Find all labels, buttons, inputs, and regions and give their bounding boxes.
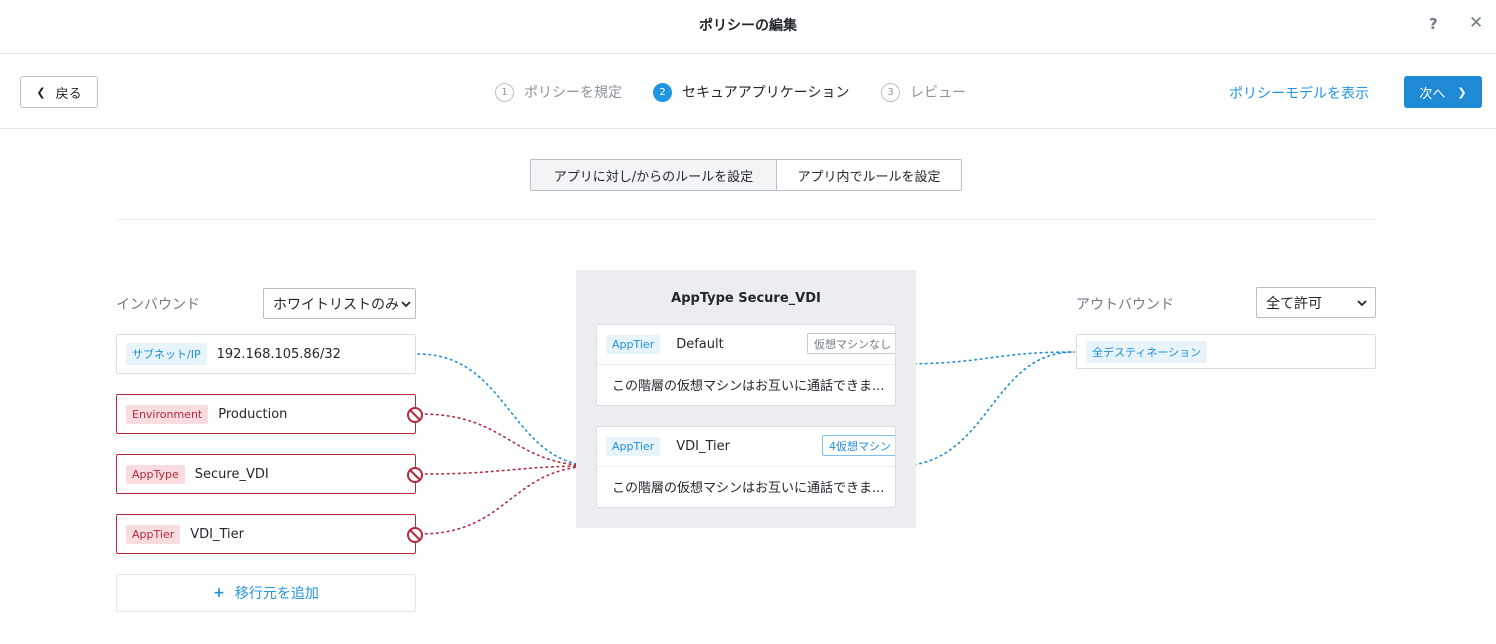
outbound-destination[interactable]: 全デスティネーション [1076,334,1376,369]
wizard-step-3[interactable]: 3 レビュー [881,82,966,102]
step-label: ポリシーを規定 [524,85,622,101]
policy-model-link[interactable]: ポリシーモデルを表示 [1229,83,1369,103]
plus-icon: + [213,585,225,601]
vm-count-badge: 仮想マシンなし [807,333,895,354]
toggle-app-inbound-outbound[interactable]: アプリに対し/からのルールを設定 [530,159,777,191]
step-label: レビュー [910,85,966,101]
source-value: Secure_VDI [194,466,269,482]
source-value: VDI_Tier [190,526,244,542]
next-button-label: 次へ [1419,86,1446,102]
wizard-step-2[interactable]: 2 セキュアアプリケーション [653,82,849,102]
outbound-label: アウトバウンド [1076,297,1174,313]
application-panel: AppType Secure_VDI AppTier Default 仮想マシン… [576,270,916,528]
add-source-button[interactable]: + 移行元を追加 [116,574,416,612]
source-value: Production [218,406,288,422]
inbound-source-apptier[interactable]: AppTier VDI_Tier [116,514,423,554]
deny-icon [407,407,423,423]
step-number: 2 [653,82,672,102]
inbound-select-value: ホワイトリストのみ [273,296,399,313]
outbound-select-value: 全て許可 [1266,295,1322,312]
chevron-left-icon: ❮ [36,85,46,99]
application-title: AppType Secure_VDI [671,291,821,306]
help-icon[interactable]: ? [1429,15,1438,33]
close-icon[interactable]: ✕ [1469,13,1483,33]
divider [116,219,1376,220]
tier-name: Default [676,337,724,352]
inbound-label: インバウンド [116,297,200,313]
add-source-label: 移行元を追加 [234,586,319,602]
step-label: セキュアアプリケーション [682,85,850,101]
vm-count-badge: 4仮想マシン [822,435,895,456]
tier-card-vdi[interactable]: AppTier VDI_Tier 4仮想マシン この階層の仮想マシンはお互いに通… [596,426,896,508]
source-tag: サブネット/IP [126,343,207,365]
link-environment [419,413,597,467]
source-tag: AppType [126,464,185,484]
chevron-right-icon: ❯ [1457,85,1467,99]
inbound-source-subnet[interactable]: サブネット/IP 192.168.105.86/32 [116,334,416,374]
source-tag: AppTier [126,524,181,544]
chevron-down-icon [401,301,411,308]
tier-name: VDI_Tier [676,439,730,454]
outbound-select[interactable]: 全て許可 [1256,287,1376,318]
dialog-title: ポリシーの編集 [699,18,797,34]
back-button-label: 戻る [55,86,82,102]
tier-tag: AppTier [606,335,661,354]
link-subnet [417,353,597,467]
tier-card-default[interactable]: AppTier Default 仮想マシンなし この階層の仮想マシンはお互いに通… [596,324,896,406]
link-apptier [419,465,597,535]
step-number: 1 [495,82,514,102]
source-tag: Environment [126,404,209,424]
link-apptype [419,465,597,475]
wizard-bar: ❮ 戻る 1 ポリシーを規定 2 セキュアアプリケーション 3 レビュー ポリシ… [0,54,1496,129]
chevron-down-icon [1357,300,1367,307]
rule-scope-toggle: アプリに対し/からのルールを設定 アプリ内でルールを設定 [530,159,962,191]
inbound-source-environment[interactable]: Environment Production [116,394,423,434]
deny-icon [407,527,423,543]
destination-tag: 全デスティネーション [1086,340,1208,363]
tier-header: AppTier Default 仮想マシンなし [597,325,895,365]
step-number: 3 [881,82,900,102]
next-button[interactable]: 次へ ❯ [1404,76,1482,108]
inbound-select[interactable]: ホワイトリストのみ [263,288,416,319]
link-vditier-outbound [897,351,1075,467]
wizard-step-1[interactable]: 1 ポリシーを規定 [495,82,622,102]
source-value: 192.168.105.86/32 [216,346,341,362]
link-default-outbound [897,351,1075,365]
title-bar: ポリシーの編集 ? ✕ [0,0,1496,54]
toggle-app-internal[interactable]: アプリ内でルールを設定 [777,159,962,191]
tier-header: AppTier VDI_Tier 4仮想マシン [597,427,895,467]
tier-description: この階層の仮想マシンはお互いに通話できま... [612,379,885,394]
deny-icon [407,467,423,483]
back-button[interactable]: ❮ 戻る [20,76,98,108]
tier-description: この階層の仮想マシンはお互いに通話できま... [612,481,885,496]
inbound-source-apptype[interactable]: AppType Secure_VDI [116,454,423,494]
tier-tag: AppTier [606,437,661,456]
